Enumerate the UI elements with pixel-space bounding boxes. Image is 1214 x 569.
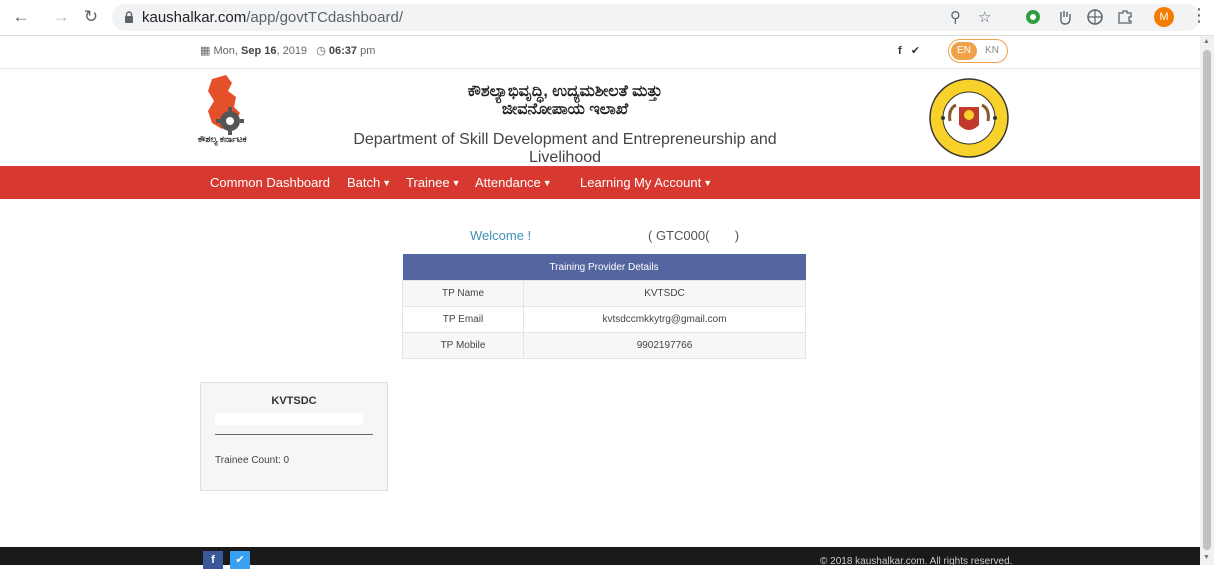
nav-common-dashboard[interactable]: Common Dashboard <box>210 175 330 190</box>
training-provider-table: Training Provider Details TP Name KVTSDC… <box>402 254 806 359</box>
page-scrollbar[interactable]: ▲ ▼ <box>1200 36 1214 565</box>
training-center-code: ( GTC000( ) <box>648 228 740 243</box>
tp-name-value: KVTSDC <box>523 280 806 307</box>
card-divider <box>215 434 373 435</box>
lock-icon <box>125 11 133 23</box>
nav-trainee[interactable]: Trainee ▼ <box>406 175 461 190</box>
caret-down-icon: ▼ <box>542 178 552 188</box>
lang-en-button[interactable]: EN <box>951 42 977 60</box>
calendar-icon: ▦ <box>200 45 211 57</box>
card-subtitle-placeholder <box>215 413 363 425</box>
nav-batch[interactable]: Batch ▼ <box>347 175 391 190</box>
extension-globe-icon[interactable] <box>1086 8 1104 26</box>
extension-green-icon[interactable] <box>1024 8 1042 26</box>
forward-arrow-icon[interactable]: → <box>50 6 72 28</box>
table-row: TP Mobile 9902197766 <box>402 332 806 359</box>
twitter-icon[interactable]: ✔ <box>911 45 920 57</box>
welcome-text: Welcome ! <box>470 228 532 243</box>
language-toggle[interactable]: EN KN <box>948 39 1008 63</box>
twitter-icon[interactable]: ✔ <box>230 551 250 569</box>
extension-hand-icon[interactable] <box>1056 8 1074 26</box>
lang-kn-button[interactable]: KN <box>981 42 1003 60</box>
tp-name-label: TP Name <box>402 280 524 307</box>
zoom-icon[interactable]: ⚲ <box>950 8 961 26</box>
main-navbar: Common Dashboard Batch ▼ Trainee ▼ Attenda… <box>0 166 1200 199</box>
scroll-down-arrow-icon[interactable]: ▼ <box>1203 554 1210 561</box>
karnataka-government-emblem <box>929 78 1009 158</box>
tp-mobile-value: 9902197766 <box>523 332 806 359</box>
clock-icon: ◷ <box>316 45 326 57</box>
extension-puzzle-icon[interactable] <box>1116 8 1134 26</box>
table-row: TP Email kvtsdccmkkytrg@gmail.com <box>402 306 806 333</box>
bookmark-star-icon[interactable]: ☆ <box>978 8 991 26</box>
browser-toolbar: ← → ↻ kaushalkar.com/app/govtTCdashboard… <box>0 0 1214 36</box>
site-header: ಕೌಶಲ್ಯ ಕರ್ನಾಟಕ ಕೌಶಲ್ಯಾಭಿವೃದ್ಧಿ, ಉದ್ಯಮಶೀಲ… <box>0 69 1200 166</box>
profile-avatar[interactable]: M <box>1154 7 1174 27</box>
logo-text: ಕೌಶಲ್ಯ ಕರ್ನಾಟಕ <box>198 134 247 144</box>
table-row: TP Name KVTSDC <box>402 280 806 307</box>
kaushalya-karnataka-logo <box>208 75 244 135</box>
caret-down-icon: ▼ <box>451 178 461 188</box>
browser-menu-icon[interactable]: ⋮ <box>1190 5 1208 26</box>
training-center-card[interactable]: KVTSDC Trainee Count: 0 <box>200 382 388 491</box>
scroll-thumb[interactable] <box>1203 50 1211 550</box>
back-arrow-icon[interactable]: ← <box>10 6 32 28</box>
social-links: f ✔ <box>898 44 920 57</box>
tp-mobile-label: TP Mobile <box>402 332 524 359</box>
caret-down-icon: ▼ <box>382 178 392 188</box>
url-text: kaushalkar.com/app/govtTCdashboard/ <box>142 9 403 26</box>
scroll-up-arrow-icon[interactable]: ▲ <box>1203 38 1210 45</box>
current-datetime: ▦ Mon, Sep 16, 2019 ◷ 06:37 pm <box>200 45 376 57</box>
facebook-icon[interactable]: f <box>203 551 223 569</box>
top-info-bar: ▦ Mon, Sep 16, 2019 ◷ 06:37 pm f ✔ EN KN <box>0 36 1200 69</box>
table-heading: Training Provider Details <box>402 254 806 281</box>
caret-down-icon: ▼ <box>703 178 713 188</box>
reload-icon[interactable]: ↻ <box>80 6 102 28</box>
nav-my-account[interactable]: My Account ▼ <box>634 175 712 190</box>
site-footer: f ✔ © 2018 kaushalkar.com. All rights re… <box>0 547 1200 569</box>
nav-learning[interactable]: Learning <box>580 175 631 190</box>
tp-email-label: TP Email <box>402 306 524 333</box>
nav-attendance[interactable]: Attendance ▼ <box>475 175 552 190</box>
copyright-text: © 2018 kaushalkar.com. All rights reserv… <box>820 556 1013 567</box>
department-title-english: Department of Skill Development and Entr… <box>353 131 777 166</box>
trainee-count: Trainee Count: 0 <box>215 455 290 466</box>
department-title-kannada: ಕೌಶಲ್ಯಾಭಿವೃದ್ಧಿ, ಉದ್ಯಮಶೀಲತೆ ಮತ್ತು ಜೀವನೋಪ… <box>467 83 663 118</box>
facebook-icon[interactable]: f <box>898 45 902 57</box>
tp-email-value: kvtsdccmkkytrg@gmail.com <box>523 306 806 333</box>
card-title: KVTSDC <box>271 395 317 407</box>
